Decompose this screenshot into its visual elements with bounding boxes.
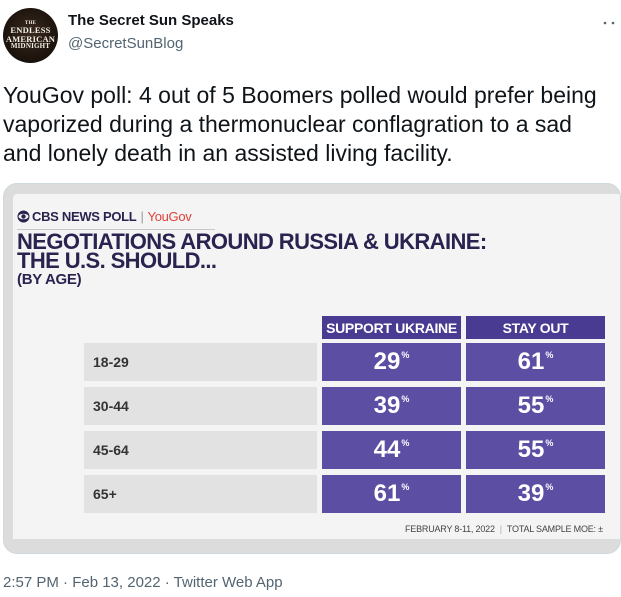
poll-moe: TOTAL SAMPLE MOE: ± <box>506 524 603 534</box>
row-label: 45-64 <box>93 442 129 458</box>
table-cell-stay-out: 61% <box>466 343 605 381</box>
table-cell-support: 44% <box>322 431 461 469</box>
row-label: 65+ <box>93 486 117 502</box>
tweet-media-image[interactable]: CBS NEWS POLL | YouGov NEGOTIATIONS AROUND… <box>3 183 621 554</box>
table-cell-support: 61% <box>322 475 461 513</box>
more-horizontal-icon[interactable] <box>601 18 617 28</box>
avatar[interactable]: THE ENDLESS AMERICAN MIDNIGHT <box>3 8 58 63</box>
chart-subtitle: (BY AGE) <box>17 271 82 288</box>
brand-partner: YouGov <box>147 209 192 224</box>
avatar-text-line: MIDNIGHT <box>10 42 51 50</box>
row-label: 30-44 <box>93 398 129 414</box>
table-cell-stay-out: 55% <box>466 431 605 469</box>
cbs-eye-icon <box>17 210 30 223</box>
chart-title: NEGOTIATIONS AROUND RUSSIA & UKRAINE: TH… <box>17 231 487 272</box>
table-cell-support: 29% <box>322 343 461 381</box>
column-header-stay-out: STAY OUT <box>466 316 605 339</box>
table-row-background <box>84 475 317 513</box>
table-cell-stay-out: 39% <box>466 475 605 513</box>
poll-date: FEBRUARY 8-11, 2022 <box>405 524 495 534</box>
poll-footnote: FEBRUARY 8-11, 2022 | TOTAL SAMPLE MOE: ± <box>405 524 603 534</box>
poll-graphic: CBS NEWS POLL | YouGov NEGOTIATIONS AROUND… <box>13 194 620 539</box>
table-cell-support: 39% <box>322 387 461 425</box>
display-name[interactable]: The Secret Sun Speaks <box>68 12 234 29</box>
poll-brand: CBS NEWS POLL | YouGov <box>17 209 192 224</box>
brand-name: CBS NEWS POLL <box>32 209 137 224</box>
table-cell-stay-out: 55% <box>466 387 605 425</box>
row-label: 18-29 <box>93 354 129 370</box>
user-handle[interactable]: @SecretSunBlog <box>68 35 183 52</box>
tweet-text: YouGov poll: 4 out of 5 Boomers polled w… <box>3 82 597 166</box>
column-header-support: SUPPORT UKRAINE <box>322 316 461 339</box>
tweet-timestamp[interactable]: 2:57 PM · Feb 13, 2022 · Twitter Web App <box>3 574 283 591</box>
